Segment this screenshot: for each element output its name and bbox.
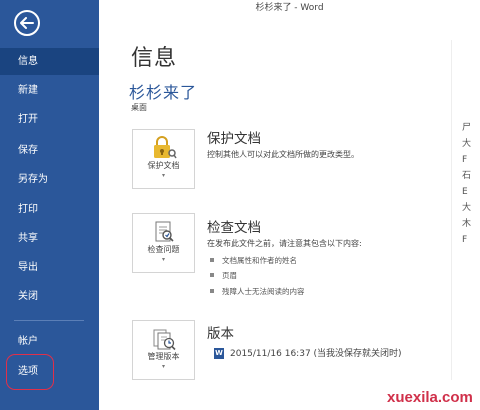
lock-key-icon (154, 136, 177, 159)
inspect-section-title: 检查文档 (207, 220, 261, 236)
tile-label: 管理版本 (147, 352, 180, 361)
chevron-down-icon: ▾ (161, 172, 165, 179)
sidebar-item-print[interactable]: 打印 (0, 196, 99, 223)
inspect-document-icon (155, 221, 174, 242)
properties-column-cutoff: 尸 大 F 石 E 大 木 F (462, 120, 480, 248)
cutoff-text: 尸 (462, 123, 472, 133)
chevron-down-icon: ▾ (161, 363, 165, 370)
cutoff-text: 木 (462, 219, 472, 229)
bullet-text: 页眉 (222, 271, 237, 280)
tile-label: 保护文档 (147, 161, 180, 170)
word-file-icon: W (214, 348, 224, 359)
version-entry[interactable]: W 2015/11/16 16:37 (当我没保存就关闭时) (214, 346, 402, 359)
bullet-square-icon (210, 273, 214, 277)
sidebar-item-close[interactable]: 关闭 (0, 283, 99, 310)
column-divider (451, 40, 452, 380)
inspect-section-desc: 在发布此文件之前，请注意其包含以下内容: (207, 239, 362, 248)
backstage-sidebar: 信息 新建 打开 保存 另存为 打印 共享 导出 关闭 帐户 选项 (0, 0, 99, 410)
sidebar-item-account[interactable]: 帐户 (0, 328, 99, 355)
arrow-left-icon (20, 17, 34, 29)
protect-section-title: 保护文档 (207, 131, 261, 147)
bullet-square-icon (210, 258, 214, 262)
protect-document-button[interactable]: 保护文档 ▾ (132, 129, 195, 189)
window-title: 杉杉来了 - Word (255, 3, 324, 13)
cutoff-text: 石 (462, 171, 472, 181)
sidebar-item-export[interactable]: 导出 (0, 254, 99, 281)
versions-section-title: 版本 (207, 326, 234, 342)
protect-section-desc: 控制其他人可以对此文档所做的更改类型。 (207, 150, 359, 159)
sidebar-item-new[interactable]: 新建 (0, 77, 99, 104)
cutoff-text: F (462, 235, 468, 245)
tile-label: 检查问题 (147, 245, 180, 254)
sidebar-divider (14, 320, 84, 321)
manage-versions-button[interactable]: 管理版本 ▾ (132, 320, 195, 380)
cutoff-text: E (462, 187, 468, 197)
inspect-bullet: 页眉 (210, 270, 237, 281)
page-title: 信息 (131, 46, 178, 71)
version-entry-text: 2015/11/16 16:37 (当我没保存就关闭时) (230, 349, 402, 359)
cutoff-text: 大 (462, 203, 472, 213)
bullet-text: 残障人士无法阅读的内容 (222, 287, 305, 296)
options-highlight-ring (6, 354, 54, 390)
manage-versions-icon (153, 329, 176, 351)
bullet-square-icon (210, 289, 214, 293)
back-button[interactable] (14, 10, 40, 36)
sidebar-item-save[interactable]: 保存 (0, 137, 99, 164)
sidebar-item-open[interactable]: 打开 (0, 106, 99, 133)
check-for-issues-button[interactable]: 检查问题 ▾ (132, 213, 195, 273)
document-location: 桌面 (131, 103, 147, 112)
chevron-down-icon: ▾ (161, 256, 165, 263)
inspect-bullet: 残障人士无法阅读的内容 (210, 286, 305, 297)
document-name: 杉杉来了 (129, 83, 198, 102)
sidebar-item-share[interactable]: 共享 (0, 225, 99, 252)
inspect-bullet: 文档属性和作者的姓名 (210, 255, 297, 266)
sidebar-item-info[interactable]: 信息 (0, 48, 99, 75)
cutoff-text: 大 (462, 139, 472, 149)
sidebar-item-save-as[interactable]: 另存为 (0, 166, 99, 193)
cutoff-text: F (462, 155, 468, 165)
bullet-text: 文档属性和作者的姓名 (222, 256, 297, 265)
watermark: xuexila.com (387, 389, 473, 406)
